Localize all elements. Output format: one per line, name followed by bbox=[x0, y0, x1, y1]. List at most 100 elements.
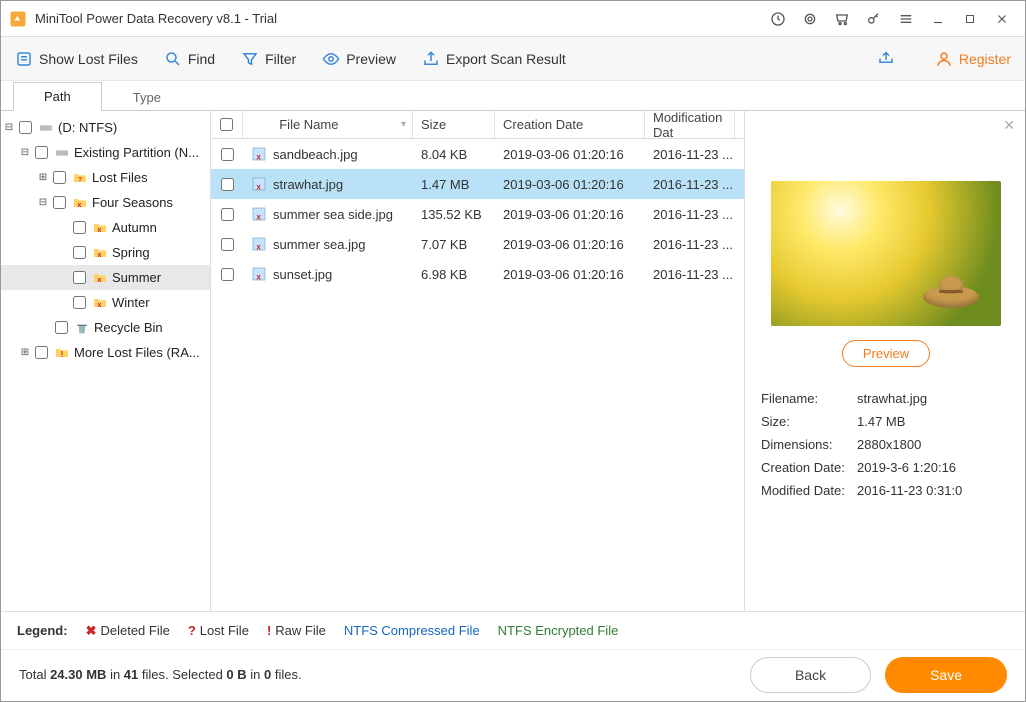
tree-more-lost[interactable]: ⊞ ! More Lost Files (RA... bbox=[1, 340, 210, 365]
expander-icon[interactable]: ⊟ bbox=[37, 197, 49, 208]
row-checkbox[interactable] bbox=[221, 148, 234, 161]
funnel-icon bbox=[241, 50, 259, 68]
tree-label: (D: NTFS) bbox=[58, 120, 117, 135]
tab-path[interactable]: Path bbox=[13, 82, 102, 111]
tree-checkbox[interactable] bbox=[55, 321, 68, 334]
svg-text:x: x bbox=[256, 242, 261, 251]
tree-checkbox[interactable] bbox=[73, 246, 86, 259]
tree-label: Summer bbox=[112, 270, 161, 285]
expander-icon[interactable]: ⊟ bbox=[3, 122, 15, 133]
close-preview-icon[interactable]: ✕ bbox=[1003, 117, 1015, 134]
legend-label: Legend: bbox=[17, 623, 68, 638]
person-icon bbox=[935, 50, 953, 68]
legend-bar: Legend: ✖Deleted File ?Lost File !Raw Fi… bbox=[1, 611, 1025, 649]
image-deleted-icon: x bbox=[251, 146, 267, 162]
expander-icon[interactable]: ⊟ bbox=[19, 147, 31, 158]
export-icon bbox=[422, 50, 440, 68]
tree-spring[interactable]: x Spring bbox=[1, 240, 210, 265]
find-button[interactable]: Find bbox=[164, 50, 215, 68]
list-row[interactable]: xsunset.jpg 6.98 KB 2019-03-06 01:20:16 … bbox=[211, 259, 744, 289]
tree-existing[interactable]: ⊟ Existing Partition (N... bbox=[1, 140, 210, 165]
header-size[interactable]: Size bbox=[413, 111, 495, 138]
bell-icon[interactable] bbox=[801, 10, 819, 28]
back-button[interactable]: Back bbox=[750, 657, 871, 693]
file-created: 2019-03-06 01:20:16 bbox=[503, 177, 624, 192]
main-area: ⊟ (D: NTFS) ⊟ Existing Partition (N... ⊞… bbox=[1, 111, 1025, 611]
sort-arrow-icon: ▾ bbox=[401, 119, 406, 130]
open-preview-button[interactable]: Preview bbox=[842, 340, 930, 367]
share-icon[interactable] bbox=[877, 48, 895, 69]
file-name: strawhat.jpg bbox=[273, 177, 343, 192]
tree-four-seasons[interactable]: ⊟ x Four Seasons bbox=[1, 190, 210, 215]
header-checkbox[interactable] bbox=[220, 118, 233, 131]
title-bar: MiniTool Power Data Recovery v8.1 - Tria… bbox=[1, 1, 1025, 37]
tree-checkbox[interactable] bbox=[35, 146, 48, 159]
list-row[interactable]: xsummer sea.jpg 7.07 KB 2019-03-06 01:20… bbox=[211, 229, 744, 259]
file-list: File Name▾ Size Creation Date Modificati… bbox=[211, 111, 745, 611]
svg-text:x: x bbox=[256, 182, 261, 191]
expander-icon[interactable]: ⊞ bbox=[37, 172, 49, 183]
file-name: sunset.jpg bbox=[273, 267, 332, 282]
header-modified[interactable]: Modification Dat bbox=[645, 111, 735, 138]
legend-ntfs-encrypted: NTFS Encrypted File bbox=[498, 623, 619, 638]
tree-checkbox[interactable] bbox=[19, 121, 32, 134]
row-checkbox[interactable] bbox=[221, 208, 234, 221]
header-created-label: Creation Date bbox=[503, 117, 583, 132]
tree-summer[interactable]: x Summer bbox=[1, 265, 210, 290]
tree-label: Spring bbox=[112, 245, 150, 260]
cart-icon[interactable] bbox=[833, 10, 851, 28]
svg-text:x: x bbox=[256, 152, 261, 161]
tab-type-label: Type bbox=[133, 90, 161, 105]
export-button[interactable]: Export Scan Result bbox=[422, 50, 566, 68]
key-icon[interactable] bbox=[865, 10, 883, 28]
tree-winter[interactable]: x Winter bbox=[1, 290, 210, 315]
status-text: Total 24.30 MB in 41 files. Selected 0 B… bbox=[19, 667, 302, 682]
svg-text:x: x bbox=[256, 212, 261, 221]
tree-checkbox[interactable] bbox=[73, 296, 86, 309]
tree-checkbox[interactable] bbox=[73, 271, 86, 284]
image-deleted-icon: x bbox=[251, 266, 267, 282]
tree-lost-files[interactable]: ⊞ ? Lost Files bbox=[1, 165, 210, 190]
tree-root[interactable]: ⊟ (D: NTFS) bbox=[1, 115, 210, 140]
legend-deleted-text: Deleted File bbox=[100, 623, 169, 638]
file-size: 7.07 KB bbox=[421, 237, 467, 252]
tree-autumn[interactable]: x Autumn bbox=[1, 215, 210, 240]
header-checkbox-col[interactable] bbox=[211, 111, 243, 138]
list-row[interactable]: x strawhat.jpg 1.47 MB 2019-03-06 01:20:1… bbox=[211, 169, 744, 199]
tab-type[interactable]: Type bbox=[102, 83, 192, 111]
folder-raw-icon: ! bbox=[54, 345, 70, 361]
minimize-icon[interactable] bbox=[929, 10, 947, 28]
tree-checkbox[interactable] bbox=[35, 346, 48, 359]
file-created: 2019-03-06 01:20:16 bbox=[503, 207, 624, 222]
folder-deleted-icon: x bbox=[92, 295, 108, 311]
expander-icon[interactable]: ⊞ bbox=[19, 347, 31, 358]
header-filename[interactable]: File Name▾ bbox=[243, 111, 413, 138]
list-row[interactable]: xsummer sea side.jpg 135.52 KB 2019-03-0… bbox=[211, 199, 744, 229]
row-checkbox[interactable] bbox=[221, 268, 234, 281]
tabs: Path Type bbox=[1, 81, 1025, 111]
file-created: 2019-03-06 01:20:16 bbox=[503, 267, 624, 282]
close-icon[interactable] bbox=[993, 10, 1011, 28]
save-button[interactable]: Save bbox=[885, 657, 1007, 693]
tree-recycle[interactable]: Recycle Bin bbox=[1, 315, 210, 340]
filter-button[interactable]: Filter bbox=[241, 50, 296, 68]
maximize-icon[interactable] bbox=[961, 10, 979, 28]
folder-deleted-icon: x bbox=[72, 195, 88, 211]
meta-label: Filename: bbox=[761, 391, 857, 406]
toolbar: Show Lost Files Find Filter Preview Expo… bbox=[1, 37, 1025, 81]
tree-checkbox[interactable] bbox=[53, 171, 66, 184]
menu-icon[interactable] bbox=[897, 10, 915, 28]
export-label: Export Scan Result bbox=[446, 51, 566, 67]
find-label: Find bbox=[188, 51, 215, 67]
register-button[interactable]: Register bbox=[935, 50, 1011, 68]
clock-icon[interactable] bbox=[769, 10, 787, 28]
show-lost-files-button[interactable]: Show Lost Files bbox=[15, 50, 138, 68]
preview-button[interactable]: Preview bbox=[322, 50, 396, 68]
tree-checkbox[interactable] bbox=[53, 196, 66, 209]
row-checkbox[interactable] bbox=[221, 238, 234, 251]
list-row[interactable]: xsandbeach.jpg 8.04 KB 2019-03-06 01:20:… bbox=[211, 139, 744, 169]
file-size: 1.47 MB bbox=[421, 177, 469, 192]
tree-checkbox[interactable] bbox=[73, 221, 86, 234]
header-created[interactable]: Creation Date bbox=[495, 111, 645, 138]
row-checkbox[interactable] bbox=[221, 178, 234, 191]
